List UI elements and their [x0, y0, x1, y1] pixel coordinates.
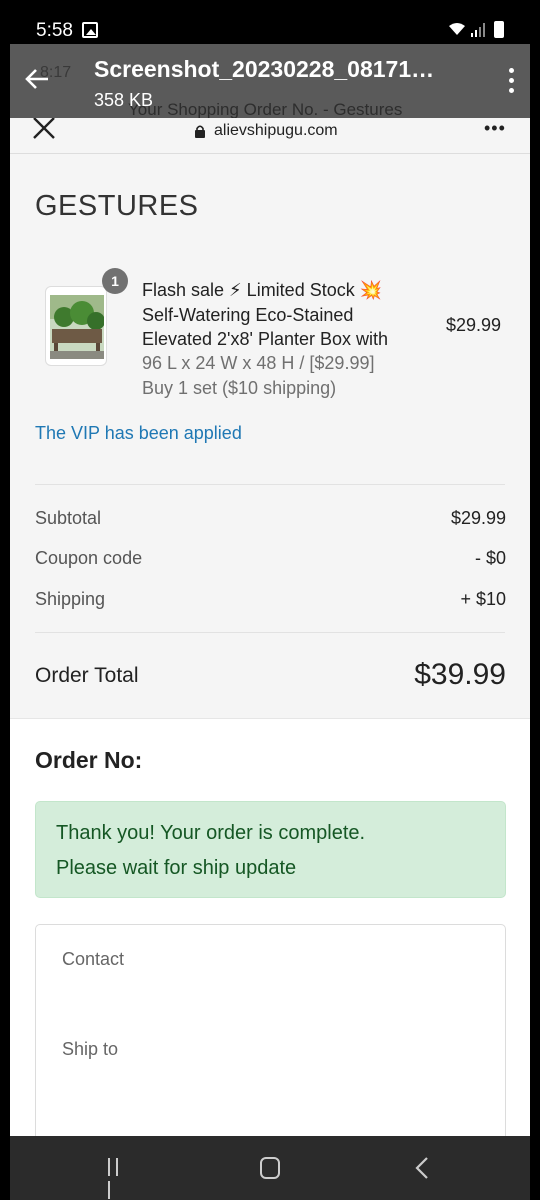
ship-to-label: Ship to: [62, 1039, 119, 1059]
quantity-badge: 1: [102, 268, 128, 294]
planter-image: [50, 295, 104, 359]
product-title-line: Flash sale ⚡ Limited Stock 💥: [142, 280, 383, 300]
product-variant: 96 L x 24 W x 48 H / [$29.99] Buy 1 set …: [142, 351, 374, 400]
subtotal-label: Subtotal: [35, 508, 102, 528]
lock-icon: [195, 125, 205, 138]
browser-menu-icon[interactable]: •••: [484, 118, 506, 139]
file-name: Screenshot_20230228_08171…: [94, 56, 435, 82]
store-name: GESTURES: [35, 190, 199, 222]
shipping-label: Shipping: [35, 589, 106, 609]
success-message-line: Thank you! Your order is complete.: [56, 822, 366, 844]
battery-icon: [494, 21, 504, 38]
web-page: alievshipugu.com ••• GESTURES 1 Flash sa…: [10, 118, 530, 1136]
shipping-value: + $10: [460, 589, 506, 609]
wifi-icon: [449, 23, 465, 35]
home-icon[interactable]: [260, 1157, 280, 1179]
image-viewer-toolbar: 8:17 Your Shopping Order No. - Gestures …: [10, 44, 530, 119]
signal-icon: [471, 23, 485, 37]
product-title: Flash sale ⚡ Limited Stock 💥 Self-Wateri…: [142, 278, 432, 352]
product-variant-line: Buy 1 set ($10 shipping): [142, 377, 337, 398]
shipping-row: Shipping + $10: [35, 589, 506, 610]
product-price: $29.99: [446, 315, 502, 335]
contact-label: Contact: [62, 949, 125, 969]
recents-icon[interactable]: [108, 1158, 130, 1199]
browser-url-bar: alievshipugu.com •••: [10, 118, 530, 154]
coupon-label: Coupon code: [35, 548, 143, 568]
coupon-value: - $0: [474, 548, 506, 568]
order-total-label: Order Total: [35, 664, 139, 687]
coupon-row: Coupon code - $0: [35, 548, 506, 569]
order-confirmation-section: Order No: Thank you! Your order is compl…: [10, 718, 530, 1136]
more-options-icon[interactable]: [504, 66, 518, 96]
back-arrow-icon[interactable]: [24, 66, 50, 92]
divider: [35, 484, 505, 485]
system-nav-bar: [0, 1136, 540, 1200]
success-alert: Thank you! Your order is complete. Pleas…: [35, 801, 506, 898]
status-bar: 5:58: [0, 0, 540, 44]
nav-back-icon[interactable]: [414, 1156, 430, 1180]
status-time: 5:58: [36, 20, 73, 41]
gallery-notification-icon: [82, 22, 98, 38]
ghost-page-title: Your Shopping Order No. - Gestures: [128, 100, 403, 119]
vip-applied-note: The VIP has been applied: [35, 423, 242, 443]
close-icon[interactable]: [32, 118, 56, 142]
order-total-value: $39.99: [414, 658, 506, 691]
order-number-heading: Order No:: [35, 747, 143, 773]
product-title-line: Elevated 2'x8' Planter Box with: [142, 329, 389, 349]
subtotal-row: Subtotal $29.99: [35, 508, 506, 529]
success-message-line: Please wait for ship update: [56, 857, 297, 879]
subtotal-value: $29.99: [450, 508, 506, 528]
file-size: 358 KB: [94, 90, 154, 110]
product-variant-line: 96 L x 24 W x 48 H / [$29.99]: [142, 353, 375, 373]
url-domain[interactable]: alievshipugu.com: [214, 122, 338, 140]
product-thumbnail: [45, 286, 107, 366]
product-title-line: Self-Watering Eco-Stained: [142, 304, 354, 325]
divider: [35, 632, 505, 633]
customer-info-box: Contact Ship to: [35, 924, 506, 1136]
